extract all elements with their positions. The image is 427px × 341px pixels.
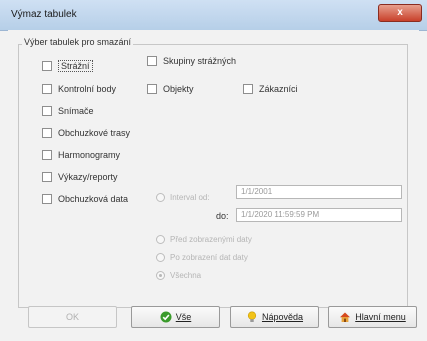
radio-interval[interactable]: Interval od: (156, 193, 210, 202)
checkbox-kontrolni-body[interactable]: Kontrolní body (42, 84, 116, 94)
close-button[interactable]: x (378, 4, 422, 22)
main-menu-label: Hlavní menu (355, 312, 406, 322)
radio-dot[interactable] (156, 235, 165, 244)
radio-dot[interactable] (156, 193, 165, 202)
checkbox-label-vykazy-reporty: Výkazy/reporty (58, 172, 118, 182)
title-bar[interactable]: Výmaz tabulek x (0, 0, 427, 31)
checkbox-label-obchuzkova-data: Obchuzková data (58, 194, 129, 204)
checkbox-label-harmonogramy: Harmonogramy (58, 150, 121, 160)
checkbox-obchuzkova-data[interactable]: Obchuzková data (42, 194, 128, 204)
checkbox-objekty[interactable]: Objekty (147, 84, 194, 94)
checkbox-skupiny[interactable]: Skupiny strážných (147, 56, 236, 66)
checkbox-box[interactable] (147, 84, 157, 94)
radio-after-shown[interactable]: Po zobrazení dat daty (156, 253, 248, 262)
radio-before-shown[interactable]: Před zobrazenými daty (156, 235, 252, 244)
help-button[interactable]: Nápověda (230, 306, 319, 328)
checkbox-box[interactable] (147, 56, 157, 66)
checkbox-box[interactable] (42, 150, 52, 160)
date-from-input[interactable]: 1/1/2001 (236, 185, 402, 199)
checkbox-box[interactable] (42, 84, 52, 94)
window-title: Výmaz tabulek (11, 9, 77, 20)
checkbox-box[interactable] (42, 172, 52, 182)
group-legend: Výber tabulek pro smazání (22, 37, 134, 47)
checkbox-box[interactable] (42, 106, 52, 116)
checkbox-box[interactable] (42, 194, 52, 204)
checkbox-strazni[interactable]: Strážní (42, 60, 93, 72)
checkbox-label-objekty: Objekty (163, 84, 194, 94)
checkbox-label-strazni: Strážní (58, 60, 93, 72)
radio-label-after: Po zobrazení dat daty (170, 253, 248, 262)
home-icon (340, 312, 351, 322)
checkbox-harmonogramy[interactable]: Harmonogramy (42, 150, 120, 160)
radio-dot[interactable] (156, 253, 165, 262)
radio-all[interactable]: Všechna (156, 271, 201, 280)
checkbox-obchuzkove-trasy[interactable]: Obchuzkové trasy (42, 128, 130, 138)
dialog-body: Výber tabulek pro smazání Strážní Skupin… (8, 30, 419, 333)
select-all-button[interactable]: Vše (131, 306, 220, 328)
main-menu-button[interactable]: Hlavní menu (328, 306, 417, 328)
close-icon: x (397, 7, 403, 18)
checkbox-label-kontrolni-body: Kontrolní body (58, 84, 117, 94)
checkbox-label-obchuzkove-trasy: Obchuzkové trasy (58, 128, 131, 138)
checkbox-box[interactable] (243, 84, 253, 94)
checkmark-icon (160, 311, 172, 323)
select-all-label: Vše (175, 312, 192, 322)
date-to-input[interactable]: 1/1/2020 11:59:59 PM (236, 208, 402, 222)
checkbox-label-skupiny: Skupiny strážných (163, 56, 237, 66)
ok-button-label: OK (65, 312, 79, 322)
radio-label-before: Před zobrazenými daty (170, 235, 252, 244)
checkbox-snimace[interactable]: Snímače (42, 106, 94, 116)
checkbox-label-zakaznici: Zákazníci (259, 84, 298, 94)
checkbox-label-snimace: Snímače (58, 106, 94, 116)
dialog-window: Výmaz tabulek x Výber tabulek pro smazán… (0, 0, 427, 341)
radio-label-all: Všechna (170, 271, 202, 280)
lightbulb-icon (247, 311, 257, 322)
help-label: Nápověda (261, 312, 304, 322)
checkbox-box[interactable] (42, 61, 52, 71)
date-to-label: do: (216, 211, 229, 221)
checkbox-vykazy-reporty[interactable]: Výkazy/reporty (42, 172, 118, 182)
interval-label: Interval od: (170, 193, 210, 202)
checkbox-zakaznici[interactable]: Zákazníci (243, 84, 298, 94)
radio-dot-selected[interactable] (156, 271, 165, 280)
checkbox-box[interactable] (42, 128, 52, 138)
ok-button[interactable]: OK (28, 306, 117, 328)
